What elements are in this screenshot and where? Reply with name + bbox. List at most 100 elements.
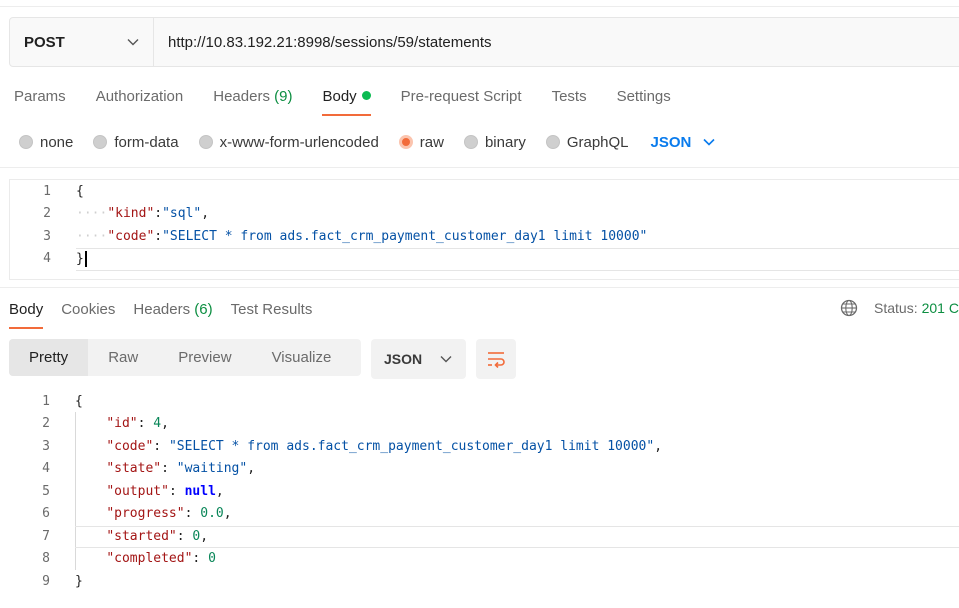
- tab-response-body[interactable]: Body: [9, 299, 44, 329]
- json-string: "waiting": [176, 461, 248, 477]
- response-status: Status: 201 C: [840, 299, 959, 317]
- view-pretty[interactable]: Pretty: [9, 339, 89, 376]
- tab-authorization[interactable]: Authorization: [96, 86, 184, 116]
- line-number: 8: [42, 551, 50, 567]
- method-select[interactable]: POST: [10, 18, 154, 66]
- radio-label: none: [40, 133, 74, 151]
- tab-label: Pre-request Script: [400, 88, 522, 105]
- code-line: ····"kind":"sql",: [76, 206, 210, 222]
- request-body-editor[interactable]: 1 { 2 ····"kind":"sql", 3 ····"code":"SELEC…: [9, 179, 959, 280]
- json-null: null: [184, 483, 216, 499]
- tab-params[interactable]: Params: [14, 86, 66, 116]
- view-raw[interactable]: Raw: [88, 339, 158, 376]
- code-line: "started": 0,: [106, 528, 209, 544]
- json-number: 0: [192, 528, 201, 544]
- radio-button[interactable]: [463, 135, 478, 149]
- tab-tests[interactable]: Tests: [552, 86, 587, 116]
- view-preview[interactable]: Preview: [158, 339, 251, 376]
- brace: }: [75, 573, 83, 589]
- language-select[interactable]: JSON: [651, 134, 716, 151]
- radio-button[interactable]: [545, 135, 560, 149]
- radio-button[interactable]: [93, 135, 108, 149]
- brace: {: [75, 393, 83, 409]
- json-key: "started": [106, 528, 177, 544]
- tab-label: Test Results: [230, 301, 313, 318]
- view-mode-selector: Pretty Raw Preview Visualize: [9, 339, 361, 376]
- tab-cookies[interactable]: Cookies: [61, 299, 115, 329]
- tab-label: Cookies: [61, 301, 116, 318]
- json-number: 0: [208, 551, 216, 567]
- tab-label: Authorization: [95, 88, 184, 105]
- json-string: "SELECT * from ads.fact_crm_payment_cust…: [162, 228, 648, 244]
- radio-binary[interactable]: binary: [463, 134, 526, 151]
- tab-pre-request-script[interactable]: Pre-request Script: [401, 86, 522, 116]
- radio-button[interactable]: [198, 135, 213, 149]
- code-line: "output": null,: [106, 483, 224, 499]
- tab-test-results[interactable]: Test Results: [231, 299, 313, 329]
- code-line: }: [75, 574, 83, 589]
- tab-body[interactable]: Body: [322, 86, 371, 116]
- code-line: "id": 4,: [106, 416, 169, 432]
- json-key: "id": [106, 416, 138, 432]
- response-format-select[interactable]: JSON: [371, 339, 466, 379]
- code-line: ····"code":"SELECT * from ads.fact_crm_p…: [76, 228, 648, 244]
- json-string: "sql": [162, 206, 202, 222]
- radio-form-data[interactable]: form-data: [93, 133, 179, 151]
- json-key: "code": [107, 228, 155, 244]
- line-number: 1: [42, 393, 50, 409]
- code-line: {: [76, 184, 84, 199]
- radio-graphql[interactable]: GraphQL: [545, 133, 629, 151]
- json-key: "state": [106, 461, 162, 477]
- radio-urlencoded[interactable]: x-www-form-urlencoded: [198, 133, 379, 151]
- tab-label: Headers: [133, 301, 191, 318]
- tab-headers[interactable]: Headers (9): [213, 86, 292, 116]
- brace: {: [76, 183, 84, 199]
- body-type-selector: none form-data x-www-form-urlencoded raw…: [19, 131, 715, 153]
- json-key: "code": [106, 438, 154, 454]
- view-visualize[interactable]: Visualize: [252, 339, 352, 376]
- body-indicator-dot: [361, 91, 371, 100]
- request-tabs: Params Authorization Headers (9) Body Pr…: [14, 86, 701, 118]
- tab-label: Tests: [551, 88, 587, 105]
- radio-label: GraphQL: [566, 133, 629, 151]
- divider: [0, 167, 959, 168]
- line-number: 4: [42, 461, 50, 477]
- format-label: JSON: [384, 351, 423, 367]
- divider: [0, 287, 959, 288]
- line-number: 9: [42, 573, 50, 589]
- line-number: 5: [42, 483, 50, 499]
- chevron-down-icon: [440, 356, 452, 363]
- status-code: 201 C: [921, 300, 959, 316]
- radio-raw[interactable]: raw: [398, 133, 444, 151]
- tab-label: Settings: [616, 88, 671, 105]
- headers-count: (6): [194, 301, 213, 318]
- radio-label: x-www-form-urlencoded: [219, 133, 379, 151]
- json-number: 0.0: [200, 506, 224, 522]
- url-input[interactable]: http://10.83.192.21:8998/sessions/59/sta…: [154, 18, 959, 66]
- line-number: 4: [43, 251, 51, 267]
- method-label: POST: [24, 33, 65, 51]
- radio-none[interactable]: none: [19, 134, 73, 151]
- wrap-lines-button[interactable]: [476, 339, 516, 379]
- code-line: "progress": 0.0,: [106, 506, 232, 522]
- tab-label: Body: [322, 88, 357, 105]
- code-line: {: [75, 394, 83, 409]
- chevron-down-icon: [703, 138, 715, 146]
- radio-label: form-data: [114, 133, 179, 151]
- top-divider: [0, 6, 959, 7]
- json-key: "output": [106, 483, 169, 499]
- line-number: 2: [43, 206, 51, 222]
- radio-label: raw: [419, 133, 444, 151]
- tab-label: Headers: [213, 88, 270, 105]
- response-body-viewer[interactable]: 1 { 2 "id": 4, 3 "code": "SELECT * from a…: [9, 390, 959, 600]
- tab-settings[interactable]: Settings: [617, 86, 671, 116]
- json-string: "SELECT * from ads.fact_crm_payment_cust…: [168, 438, 655, 454]
- code-line: "code": "SELECT * from ads.fact_crm_paym…: [106, 438, 663, 454]
- globe-icon[interactable]: [840, 299, 858, 317]
- radio-button[interactable]: [19, 135, 33, 149]
- line-number: 1: [43, 183, 51, 199]
- wrap-lines-icon: [488, 352, 505, 368]
- radio-button-selected[interactable]: [398, 135, 413, 149]
- tab-response-headers[interactable]: Headers (6): [133, 299, 212, 329]
- code-line: }: [76, 250, 87, 267]
